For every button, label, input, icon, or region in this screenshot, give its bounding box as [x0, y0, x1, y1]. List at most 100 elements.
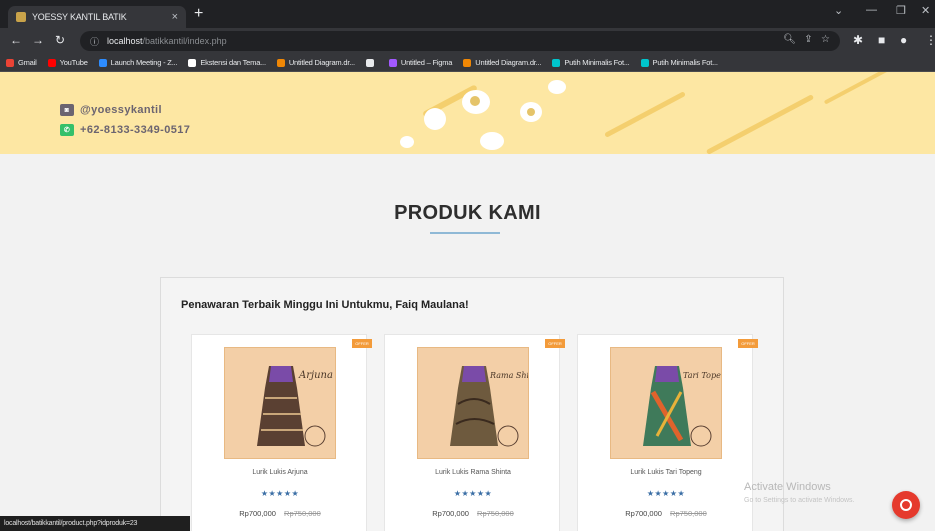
tab-strip: YOESSY KANTIL BATIK × + ⌄ — ❐ ✕: [0, 0, 935, 28]
bookmarks-bar: Gmail YouTube Launch Meeting - Z... Ekstens…: [0, 54, 935, 72]
product-price: Rp700,000 Rp750,000: [578, 509, 754, 518]
back-icon[interactable]: ←: [10, 33, 22, 47]
product-price: Rp700,000 Rp750,000: [192, 509, 368, 518]
product-name[interactable]: Lurik Lukis Arjuna: [192, 469, 368, 476]
product-image[interactable]: Arjuna: [224, 347, 336, 459]
web-page: ◙ @yoessykantil ✆ +62-8133-3349-0517 PRO…: [0, 72, 935, 531]
rating-stars: ★★★★★: [260, 489, 300, 498]
new-tab-icon[interactable]: +: [194, 5, 203, 23]
address-bar[interactable]: ⓘ localhost /batikkantil/index.php 🔍︎ ⇪ …: [80, 31, 840, 51]
window-close-icon[interactable]: ✕: [921, 4, 930, 17]
url-host: localhost: [107, 36, 143, 46]
offer-badge: OFFER: [352, 339, 372, 348]
decor-stroke: [604, 91, 686, 138]
forward-icon[interactable]: →: [32, 33, 44, 47]
image-caption: Tari Topeng: [683, 371, 722, 380]
extensions-icon[interactable]: ✱: [853, 33, 863, 47]
offer-title: Penawaran Terbaik Minggu Ini Untukmu, Fa…: [181, 299, 469, 311]
original-price: Rp750,000: [477, 509, 514, 518]
section-heading: PRODUK KAMI: [394, 202, 541, 224]
menu-kebab-icon[interactable]: ⋮: [925, 33, 935, 47]
bookmark-item[interactable]: YouTube: [47, 58, 88, 67]
bookmark-favicon-icon: [188, 58, 197, 67]
url-path: /batikkantil/index.php: [142, 36, 227, 46]
product-illustration: Arjuna: [225, 348, 335, 458]
product-card[interactable]: OFFER Rama Shinta Lurik Lukis Rama Shint…: [384, 334, 565, 531]
whatsapp-contact[interactable]: ✆ +62-8133-3349-0517: [60, 124, 190, 136]
bookmark-item[interactable]: Putih Minimalis Fot...: [640, 58, 718, 67]
share-icon[interactable]: ⇪: [804, 34, 812, 45]
rating-stars: ★★★★★: [646, 489, 686, 498]
product-card[interactable]: OFFER Arjuna Lurik Lukis Arjuna ★★★★★ Rp…: [191, 334, 372, 531]
product-illustration: Tari Topeng: [611, 348, 722, 458]
browser-toolbar: ← → ↻ ⓘ localhost /batikkantil/index.php…: [0, 28, 935, 54]
offer-badge: OFFER: [545, 339, 565, 348]
product-name[interactable]: Lurik Lukis Rama Shinta: [385, 469, 561, 476]
bookmark-favicon-icon: [6, 58, 14, 67]
browser-window: YOESSY KANTIL BATIK × + ⌄ — ❐ ✕ ← → ↻ ⓘ …: [0, 0, 935, 531]
bookmark-label: Launch Meeting - Z...: [110, 58, 178, 67]
zoom-icon[interactable]: 🔍︎: [783, 34, 796, 45]
bookmark-item[interactable]: Untitled Diagram.dr...: [276, 58, 355, 67]
bookmark-favicon-icon: [388, 58, 397, 67]
bookmark-item[interactable]: Untitled Diagram.dr...: [463, 58, 542, 67]
instagram-contact[interactable]: ◙ @yoessykantil: [60, 104, 162, 116]
bookmark-star-icon[interactable]: ☆: [821, 34, 830, 45]
product-image[interactable]: Tari Topeng: [610, 347, 722, 459]
bookmark-label: Gmail: [18, 58, 37, 67]
bookmark-item[interactable]: Untitled – Figma: [388, 58, 453, 67]
minimize-icon[interactable]: —: [866, 4, 877, 16]
bookmark-label: Untitled – Figma: [400, 58, 453, 67]
status-bar-url: localhost/batikkantil/product.php?idprod…: [0, 516, 190, 531]
chat-icon: [900, 499, 912, 511]
profile-avatar-icon[interactable]: ●: [900, 33, 907, 47]
original-price: Rp750,000: [284, 509, 321, 518]
site-favicon-icon: [16, 12, 26, 22]
bookmark-favicon-icon: [552, 58, 561, 67]
browser-tab[interactable]: YOESSY KANTIL BATIK ×: [8, 6, 186, 28]
bookmark-item[interactable]: Putih Minimalis Fot...: [552, 58, 630, 67]
current-price: Rp700,000: [625, 509, 662, 518]
product-card[interactable]: OFFER Tari Topeng Lurik Lukis Tari Topen…: [577, 334, 758, 531]
sidepanel-icon[interactable]: ■: [878, 33, 885, 47]
decor-blob: [527, 108, 535, 116]
tab-title: YOESSY KANTIL BATIK: [32, 12, 127, 22]
product-image[interactable]: Rama Shinta: [417, 347, 529, 459]
restore-icon[interactable]: ❐: [896, 4, 906, 17]
instagram-icon: ◙: [60, 104, 74, 116]
bookmark-favicon-icon: [276, 58, 285, 67]
heading-underline: [430, 232, 500, 234]
current-price: Rp700,000: [239, 509, 276, 518]
hero-banner: ◙ @yoessykantil ✆ +62-8133-3349-0517: [0, 72, 935, 154]
bookmark-label: YouTube: [59, 58, 88, 67]
reload-icon[interactable]: ↻: [55, 33, 65, 47]
decor-stroke: [823, 72, 897, 105]
product-name[interactable]: Lurik Lukis Tari Topeng: [578, 469, 754, 476]
bookmark-favicon-icon: [463, 58, 472, 67]
bookmark-item[interactable]: [365, 58, 378, 67]
offer-badge: OFFER: [738, 339, 758, 348]
whatsapp-icon: ✆: [60, 124, 74, 136]
bookmark-item[interactable]: Ekstensi dan Tema...: [188, 58, 266, 67]
chat-button[interactable]: [892, 491, 920, 519]
bookmark-item[interactable]: Gmail: [6, 58, 37, 67]
tab-close-icon[interactable]: ×: [172, 11, 178, 23]
bookmark-favicon-icon: [47, 58, 56, 67]
tab-search-icon[interactable]: ⌄: [834, 4, 843, 17]
image-caption: Arjuna: [298, 370, 333, 381]
product-illustration: Rama Shinta: [418, 348, 528, 458]
rating-stars: ★★★★★: [453, 489, 493, 498]
bookmark-favicon-icon: [640, 58, 649, 67]
bookmark-label: Untitled Diagram.dr...: [475, 58, 542, 67]
decor-blob: [424, 108, 446, 130]
activate-windows-subtitle: Go to Settings to activate Windows.: [744, 497, 855, 504]
bookmark-label: Ekstensi dan Tema...: [200, 58, 266, 67]
offer-panel: Penawaran Terbaik Minggu Ini Untukmu, Fa…: [160, 277, 784, 531]
decor-stroke: [705, 94, 815, 154]
bookmark-item[interactable]: Launch Meeting - Z...: [98, 58, 178, 67]
bookmark-label: Putih Minimalis Fot...: [652, 58, 718, 67]
product-price: Rp700,000 Rp750,000: [385, 509, 561, 518]
bookmark-favicon-icon: [365, 58, 374, 67]
decor-blob: [400, 136, 414, 148]
bookmark-label: Untitled Diagram.dr...: [288, 58, 355, 67]
